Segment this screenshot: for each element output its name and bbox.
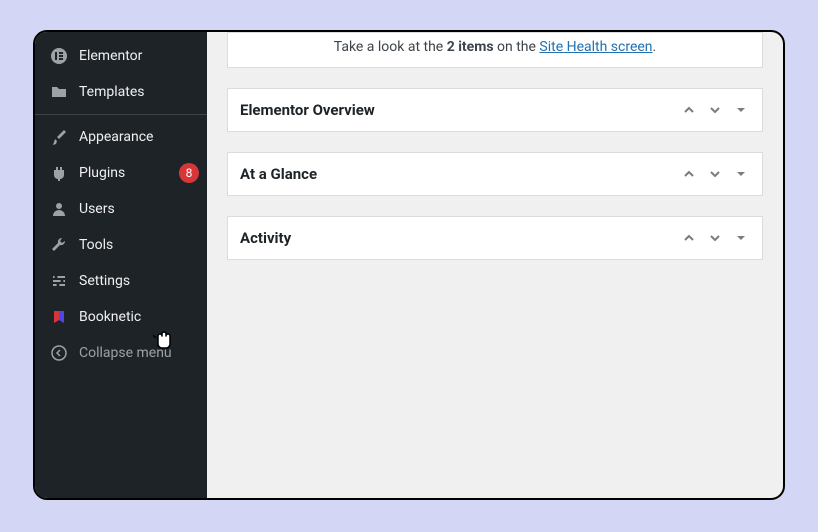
panel-controls	[680, 229, 750, 247]
booknetic-icon	[49, 307, 69, 327]
sidebar-item-label: Booknetic	[79, 309, 199, 325]
sidebar-item-settings[interactable]: Settings	[35, 263, 207, 299]
user-icon	[49, 199, 69, 219]
chevron-up-icon[interactable]	[680, 229, 698, 247]
sidebar-item-label: Templates	[79, 84, 199, 100]
sidebar-item-plugins[interactable]: Plugins 8	[35, 155, 207, 191]
chevron-down-icon[interactable]	[706, 101, 724, 119]
sidebar-item-tools[interactable]: Tools	[35, 227, 207, 263]
sidebar-item-elementor[interactable]: Elementor	[35, 38, 207, 74]
notice-text-mid: on the	[494, 39, 540, 55]
update-badge: 8	[179, 163, 199, 183]
brush-icon	[49, 127, 69, 147]
panel-at-a-glance: At a Glance	[227, 152, 763, 196]
plug-icon	[49, 163, 69, 183]
panel-title: Activity	[240, 229, 680, 247]
dashboard-content: Take a look at the 2 items on the Site H…	[207, 32, 783, 498]
sidebar-item-label: Tools	[79, 237, 199, 253]
elementor-icon	[49, 46, 69, 66]
sliders-icon	[49, 271, 69, 291]
folder-icon	[49, 82, 69, 102]
wrench-icon	[49, 235, 69, 255]
site-health-link[interactable]: Site Health screen	[539, 39, 652, 55]
dropdown-icon[interactable]	[732, 101, 750, 119]
sidebar-item-label: Settings	[79, 273, 199, 289]
chevron-down-icon[interactable]	[706, 229, 724, 247]
panel-controls	[680, 101, 750, 119]
chevron-up-icon[interactable]	[680, 165, 698, 183]
panel-controls	[680, 165, 750, 183]
sidebar-item-templates[interactable]: Templates	[35, 74, 207, 110]
sidebar-item-label: Elementor	[79, 48, 199, 64]
collapse-icon	[49, 343, 69, 363]
sidebar-item-users[interactable]: Users	[35, 191, 207, 227]
panel-title: At a Glance	[240, 165, 680, 183]
sidebar-item-label: Users	[79, 201, 199, 217]
sidebar-item-appearance[interactable]: Appearance	[35, 119, 207, 155]
sidebar-item-label: Appearance	[79, 129, 199, 145]
panel-activity: Activity	[227, 216, 763, 260]
chevron-up-icon[interactable]	[680, 101, 698, 119]
dropdown-icon[interactable]	[732, 229, 750, 247]
sidebar-separator	[35, 114, 207, 115]
chevron-down-icon[interactable]	[706, 165, 724, 183]
sidebar-item-label: Collapse menu	[79, 345, 199, 361]
sidebar-item-collapse[interactable]: Collapse menu	[35, 335, 207, 371]
dropdown-icon[interactable]	[732, 165, 750, 183]
sidebar-item-label: Plugins	[79, 165, 173, 181]
admin-sidebar: Elementor Templates Appearance Plugins 8	[35, 32, 207, 498]
panel-elementor-overview: Elementor Overview	[227, 88, 763, 132]
notice-text-prefix: Take a look at the	[334, 39, 447, 55]
sidebar-item-booknetic[interactable]: Booknetic	[35, 299, 207, 335]
panel-title: Elementor Overview	[240, 101, 680, 119]
notice-text-bold: 2 items	[447, 39, 494, 55]
site-health-notice: Take a look at the 2 items on the Site H…	[227, 32, 763, 68]
notice-text-suffix: .	[653, 39, 657, 55]
app-window: Elementor Templates Appearance Plugins 8	[33, 30, 785, 500]
